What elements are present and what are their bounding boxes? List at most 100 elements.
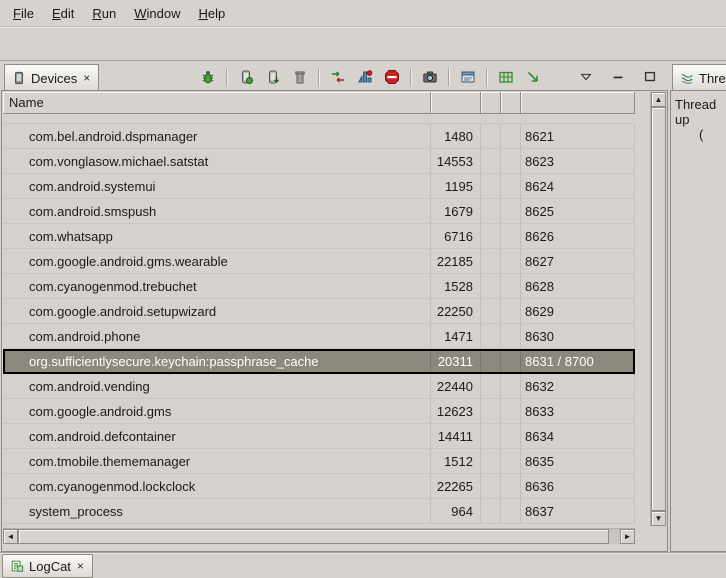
cell-pid: 1480 [431, 124, 481, 148]
update-heap-icon[interactable] [234, 65, 258, 89]
cell-pid: 22250 [431, 299, 481, 323]
cell-name: com.google.android.gms [3, 399, 431, 423]
threads-panel: Threads Thread up ( [670, 61, 726, 552]
table-row[interactable]: com.android.defcontainer144118634 [3, 424, 635, 449]
table-row[interactable]: org.sufficientlysecure.keychain:passphra… [3, 349, 635, 374]
devices-panel: Devices × [1, 61, 668, 552]
update-threads-icon[interactable] [326, 65, 350, 89]
cell-port: 8623 [521, 149, 635, 173]
table-row[interactable]: com.android.smspush16798625 [3, 199, 635, 224]
cell-name: com.cyanogenmod.trebuchet [3, 274, 431, 298]
cell-port: 8632 [521, 374, 635, 398]
dump-hprof-icon[interactable] [261, 65, 285, 89]
table-row[interactable]: com.tmobile.thememanager15128635 [3, 449, 635, 474]
cell-port: 8626 [521, 224, 635, 248]
cell-port: 8621 [521, 124, 635, 148]
cell-name: com.android.vending [3, 374, 431, 398]
cell-pid: 1512 [431, 449, 481, 473]
stop-process-icon[interactable] [380, 65, 404, 89]
cell-b [501, 174, 521, 198]
column-header-name[interactable]: Name [3, 92, 431, 114]
cell-pid: 1528 [431, 274, 481, 298]
cause-gc-icon[interactable] [288, 65, 312, 89]
menu-window[interactable]: Window [125, 3, 189, 24]
horizontal-scrollbar[interactable]: ◄ ► [3, 528, 635, 544]
table-row[interactable]: com.google.android.gms126238633 [3, 399, 635, 424]
cell-name: com.vonglasow.michael.satstat [3, 149, 431, 173]
table-row[interactable]: com.bel.android.dspmanager14808621 [3, 124, 635, 149]
table-row[interactable]: com.android.vending224408632 [3, 374, 635, 399]
menu-edit[interactable]: Edit [43, 3, 83, 24]
scroll-down-icon[interactable]: ▼ [651, 511, 666, 526]
column-header-port[interactable] [521, 92, 635, 114]
menu-help[interactable]: Help [189, 3, 234, 24]
column-header-pid[interactable] [431, 92, 481, 114]
minimize-icon[interactable] [606, 65, 630, 89]
cell-a [481, 349, 501, 373]
cell-pid: 1195 [431, 174, 481, 198]
column-header-a[interactable] [481, 92, 501, 114]
cell-pid: 1471 [431, 324, 481, 348]
table-row[interactable]: com.android.systemui11958624 [3, 174, 635, 199]
capture-view-hierarchy-icon[interactable] [494, 65, 518, 89]
scroll-left-icon[interactable]: ◄ [3, 529, 18, 544]
cell-a [481, 324, 501, 348]
tab-logcat[interactable]: LogCat × [2, 554, 93, 578]
capture-system-info-icon[interactable] [456, 65, 480, 89]
maximize-icon[interactable] [638, 65, 662, 89]
toolbar-separator [486, 68, 488, 86]
cell-name: com.whatsapp [3, 224, 431, 248]
view-menu-icon[interactable] [574, 65, 598, 89]
cell-b [501, 424, 521, 448]
cell-pid: 20311 [431, 349, 481, 373]
cell-a [481, 274, 501, 298]
cell-name: com.tmobile.thememanager [3, 449, 431, 473]
scroll-right-icon[interactable]: ► [620, 529, 635, 544]
table-row[interactable]: com.google.android.gms.wearable221858627 [3, 249, 635, 274]
tab-devices[interactable]: Devices × [4, 64, 99, 91]
cell-port: 8628 [521, 274, 635, 298]
start-systrace-icon[interactable] [521, 65, 545, 89]
tab-threads-label: Threads [699, 71, 726, 86]
cell-b [501, 399, 521, 423]
cell-b [501, 224, 521, 248]
horizontal-scrollbar-thumb[interactable] [18, 529, 609, 544]
threads-message-line1: Thread up [675, 97, 726, 127]
table-row[interactable]: com.android.phone1471 8630 [3, 324, 635, 349]
cell-port: 8630 [521, 324, 635, 348]
cell-name: org.sufficientlysecure.keychain:passphra… [3, 349, 431, 373]
cell-a [481, 449, 501, 473]
table-row[interactable]: com.cyanogenmod.trebuchet1528 8628 [3, 274, 635, 299]
cell-port: 8631 / 8700 [521, 349, 635, 373]
table-row[interactable]: com.cyanogenmod.lockclock222658636 [3, 474, 635, 499]
threads-icon [680, 71, 694, 85]
menu-run[interactable]: Run [83, 3, 125, 24]
cell-name: com.android.phone [3, 324, 431, 348]
table-row[interactable]: com.google.android.setupwizard222508629 [3, 299, 635, 324]
toolbar-separator [448, 68, 450, 86]
vertical-scrollbar-thumb[interactable] [651, 107, 666, 511]
table-row[interactable]: com.vonglasow.michael.satstat145538623 [3, 149, 635, 174]
cell-a [481, 124, 501, 148]
screen-capture-icon[interactable] [418, 65, 442, 89]
scroll-up-icon[interactable]: ▲ [651, 92, 666, 107]
start-method-profiling-icon[interactable] [353, 65, 377, 89]
menu-file[interactable]: File [4, 3, 43, 24]
toolbar-separator [410, 68, 412, 86]
close-icon[interactable]: × [82, 71, 91, 85]
debug-process-icon[interactable] [196, 65, 220, 89]
cell-port: 8636 [521, 474, 635, 498]
column-header-b[interactable] [501, 92, 521, 114]
bottom-bar: LogCat × [0, 552, 726, 578]
cell-port: 8624 [521, 174, 635, 198]
cell-a [481, 249, 501, 273]
vertical-scrollbar[interactable]: ▲ ▼ [650, 92, 666, 526]
cell-port: 8633 [521, 399, 635, 423]
table-row[interactable]: com.whatsapp6716 8626 [3, 224, 635, 249]
cell-pid: 6716 [431, 224, 481, 248]
cell-a [481, 199, 501, 223]
close-icon[interactable]: × [76, 559, 85, 573]
table-row[interactable]: system_process9648637 [3, 499, 635, 524]
tab-threads[interactable]: Threads [672, 64, 726, 90]
partial-row [3, 114, 635, 124]
